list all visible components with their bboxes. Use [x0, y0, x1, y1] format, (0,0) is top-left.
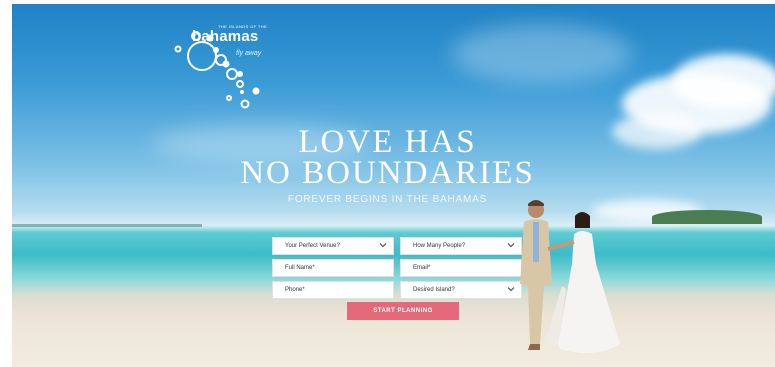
headline-line-2: NO BOUNDARIES [240, 155, 535, 191]
island-silhouette [652, 210, 762, 224]
subheadline: FOREVER BEGINS IN THE BAHAMAS [287, 194, 488, 205]
logo-wordmark: bahamas [192, 28, 259, 45]
full-name-placeholder: Full Name* [285, 265, 315, 271]
people-select-label: How Many People? [413, 243, 466, 249]
phone-placeholder: Phone* [285, 287, 305, 293]
island-select-label: Desired Island? [413, 287, 455, 293]
venue-select-label: Your Perfect Venue? [285, 243, 340, 249]
full-name-field[interactable]: Full Name* [272, 259, 394, 277]
start-planning-button[interactable]: START PLANNING [347, 302, 459, 320]
email-placeholder: Email* [413, 265, 431, 271]
phone-field[interactable]: Phone* [272, 281, 394, 299]
distant-shoreline [12, 224, 202, 227]
logo-tagline: fly away [236, 50, 262, 57]
venue-select[interactable]: Your Perfect Venue? [272, 237, 394, 255]
chevron-down-icon [379, 243, 387, 248]
wedding-couple-photo [520, 200, 620, 353]
